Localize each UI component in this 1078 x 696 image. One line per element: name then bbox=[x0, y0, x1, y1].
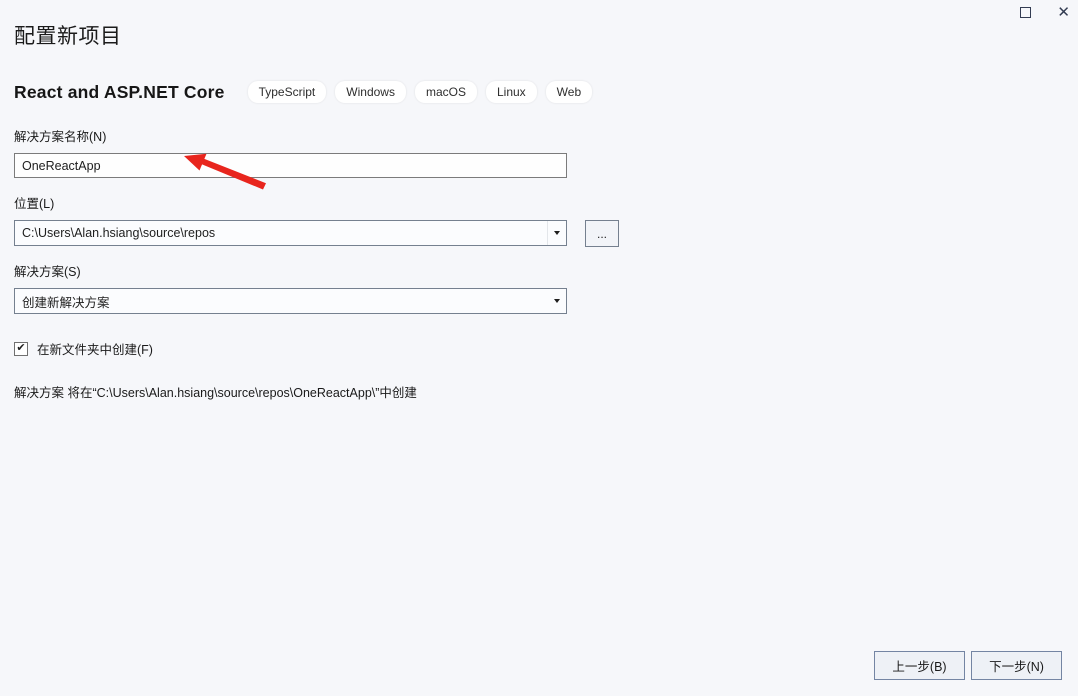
location-row: C:\Users\Alan.hsiang\source\repos ... bbox=[14, 212, 1078, 247]
template-tag-list: TypeScript Windows macOS Linux Web bbox=[247, 81, 593, 103]
new-folder-label: 在新文件夹中创建(F) bbox=[37, 343, 153, 357]
template-header: React and ASP.NET Core TypeScript Window… bbox=[14, 81, 1078, 103]
chevron-down-icon bbox=[553, 299, 560, 303]
solution-name-input[interactable] bbox=[14, 153, 567, 178]
solution-combobox[interactable]: 创建新解决方案 bbox=[14, 288, 567, 314]
solution-label: 解决方案(S) bbox=[14, 265, 81, 279]
tag-linux: Linux bbox=[485, 81, 537, 103]
location-value: C:\Users\Alan.hsiang\source\repos bbox=[22, 226, 216, 240]
back-button[interactable]: 上一步(B) bbox=[874, 651, 965, 680]
solution-name-label: 解决方案名称(N) bbox=[14, 130, 107, 144]
checkmark-icon: ✔ bbox=[16, 342, 26, 354]
dialog-content: 配置新项目 React and ASP.NET Core TypeScript … bbox=[0, 0, 1078, 401]
location-combobox[interactable]: C:\Users\Alan.hsiang\source\repos bbox=[14, 220, 567, 246]
new-folder-checkbox[interactable]: ✔ bbox=[14, 341, 28, 356]
chevron-down-icon bbox=[554, 231, 560, 235]
template-name: React and ASP.NET Core bbox=[14, 81, 225, 102]
new-folder-row: ✔ 在新文件夹中创建(F) bbox=[14, 339, 1078, 358]
next-button[interactable]: 下一步(N) bbox=[971, 651, 1062, 680]
browse-button[interactable]: ... bbox=[585, 220, 619, 247]
footer-buttons: 上一步(B) 下一步(N) bbox=[874, 651, 1062, 680]
configure-project-dialog: { "window": { "controls": { "close_glyph… bbox=[0, 0, 1078, 696]
tag-windows: Windows bbox=[335, 81, 406, 103]
tag-typescript: TypeScript bbox=[247, 81, 327, 103]
tag-macos: macOS bbox=[414, 81, 477, 103]
tag-web: Web bbox=[545, 81, 593, 103]
location-label: 位置(L) bbox=[14, 197, 55, 211]
page-title: 配置新项目 bbox=[14, 25, 122, 48]
solution-path-summary: 解决方案 将在“C:\Users\Alan.hsiang\source\repo… bbox=[14, 386, 417, 400]
solution-dropdown-button[interactable] bbox=[547, 289, 566, 313]
location-dropdown-button[interactable] bbox=[547, 221, 566, 245]
solution-value: 创建新解决方案 bbox=[22, 295, 110, 310]
